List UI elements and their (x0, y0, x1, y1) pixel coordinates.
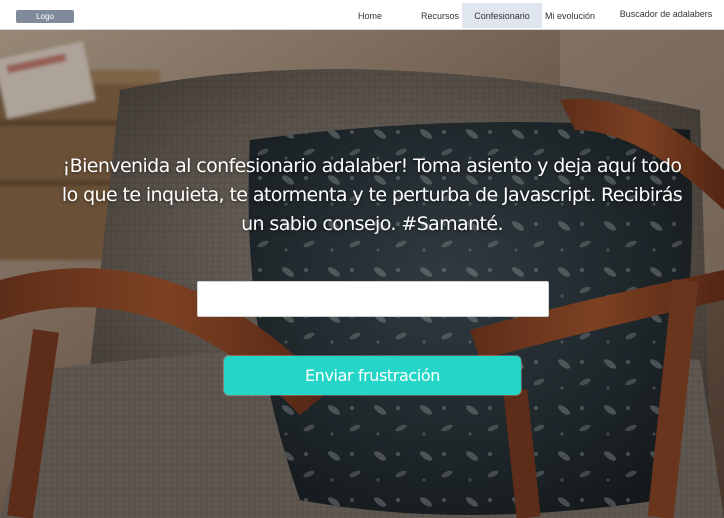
nav-link-buscador-adalabers[interactable]: Buscador de adalabers (614, 1, 718, 26)
frustration-input[interactable] (197, 281, 549, 317)
hero-section (0, 30, 724, 518)
nav-link-home[interactable]: Home (350, 3, 390, 28)
nav-link-mi-evolucion[interactable]: Mi evolución (542, 3, 598, 28)
welcome-message: ¡Bienvenida al confesionario adalaber! T… (61, 155, 683, 235)
background-overlay (0, 30, 724, 518)
nav-link-recursos[interactable]: Recursos (416, 3, 464, 28)
nav-link-confesionario[interactable]: Confesionario (462, 3, 542, 28)
send-frustration-button[interactable]: Enviar frustración (224, 356, 521, 395)
logo[interactable]: Logo (16, 10, 74, 23)
top-navbar: Logo Home Recursos Confesionario Mi evol… (0, 0, 724, 30)
